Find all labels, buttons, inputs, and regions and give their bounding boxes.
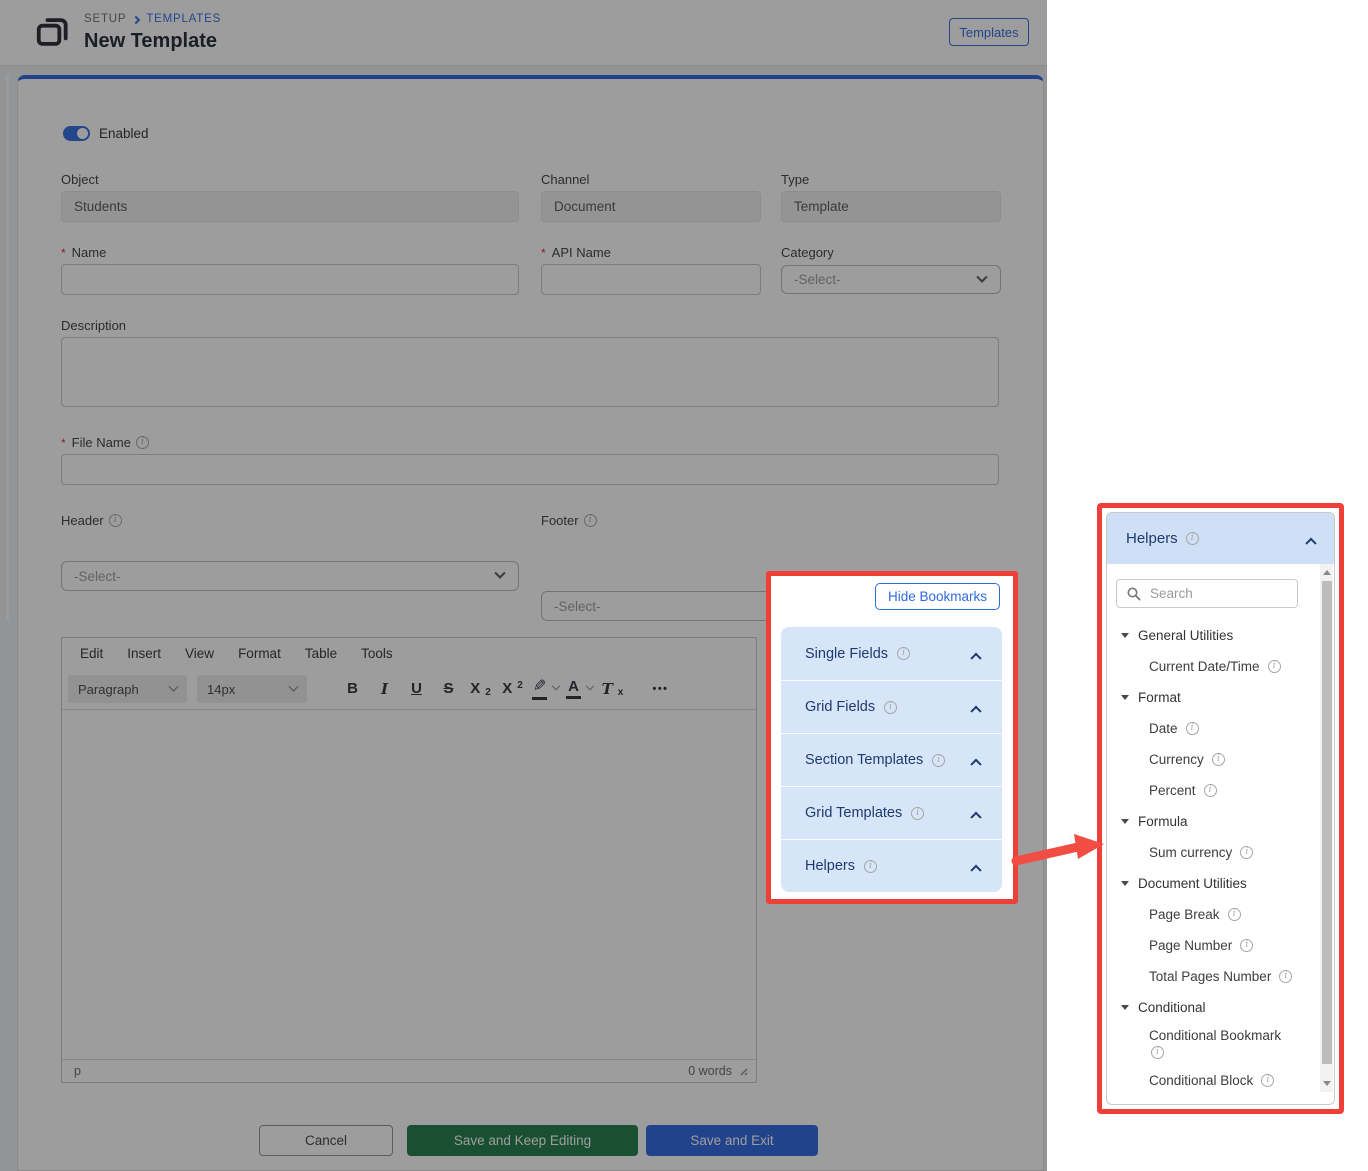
info-icon[interactable] (864, 860, 877, 873)
helpers-group-conditional[interactable]: Conditional (1116, 992, 1306, 1023)
scrollbar-thumb[interactable] (1322, 581, 1332, 1064)
bookmark-section-section-templates[interactable]: Section Templates (781, 733, 1002, 786)
search-icon (1127, 587, 1141, 601)
bookmark-section-label: Helpers (805, 858, 855, 874)
helpers-item-page-number[interactable]: Page Number (1116, 930, 1306, 961)
bookmarks-highlight-box: Hide Bookmarks Single FieldsGrid FieldsS… (766, 571, 1018, 904)
helpers-panel-body: General Utilities Current Date/Time Format… (1107, 564, 1334, 1104)
helpers-item-current-date-time[interactable]: Current Date/Time (1116, 651, 1306, 682)
info-icon[interactable] (897, 647, 910, 660)
helpers-item-label: Conditional Bookmark (1149, 1028, 1281, 1043)
chevron-up-icon (970, 652, 981, 663)
caret-down-icon (1121, 881, 1129, 886)
info-icon[interactable] (1186, 722, 1199, 735)
info-icon[interactable] (1240, 939, 1253, 952)
chevron-up-icon (970, 812, 981, 823)
helpers-group-label: Document Utilities (1138, 876, 1247, 891)
helpers-item-currency[interactable]: Currency (1116, 744, 1306, 775)
chevron-up-icon (970, 759, 981, 770)
bookmark-section-label: Single Fields (805, 646, 888, 662)
info-icon[interactable] (911, 807, 924, 820)
helpers-panel-title: Helpers (1126, 530, 1178, 547)
scroll-down-arrow-icon[interactable] (1323, 1081, 1331, 1086)
helpers-group-label: Conditional (1138, 1000, 1206, 1015)
helpers-item-percent[interactable]: Percent (1116, 775, 1306, 806)
helpers-group-format[interactable]: Format (1116, 682, 1306, 713)
bookmark-section-label: Grid Templates (805, 805, 902, 821)
helpers-tree: General Utilities Current Date/Time Format… (1116, 620, 1306, 1096)
caret-down-icon (1121, 633, 1129, 638)
info-icon[interactable] (932, 754, 945, 767)
helpers-item-total-pages-number[interactable]: Total Pages Number (1116, 961, 1306, 992)
helpers-info-icon[interactable] (1186, 532, 1199, 545)
chevron-up-icon (970, 865, 981, 876)
helpers-item-date[interactable]: Date (1116, 713, 1306, 744)
helpers-item-conditional-block[interactable]: Conditional Block (1116, 1065, 1306, 1096)
helpers-group-label: General Utilities (1138, 628, 1233, 643)
bookmarks-accordion: Single Fields Grid Fields Section Template… (781, 627, 1002, 892)
helpers-item-sum-currency[interactable]: Sum currency (1116, 837, 1306, 868)
caret-down-icon (1121, 1005, 1129, 1010)
info-icon[interactable] (1204, 784, 1217, 797)
helpers-item-label: Percent (1149, 783, 1196, 798)
helpers-search-box (1116, 579, 1298, 608)
scroll-up-arrow-icon[interactable] (1323, 570, 1331, 575)
helpers-group-formula[interactable]: Formula (1116, 806, 1306, 837)
info-icon[interactable] (1151, 1046, 1164, 1059)
helpers-item-label: Currency (1149, 752, 1204, 767)
helpers-item-page-break[interactable]: Page Break (1116, 899, 1306, 930)
info-icon[interactable] (1279, 970, 1292, 983)
helpers-item-conditional-bookmark[interactable]: Conditional Bookmark (1116, 1023, 1306, 1065)
helpers-item-label: Conditional Block (1149, 1073, 1253, 1088)
helpers-highlight-box: Helpers General Utilities Current Date/Ti… (1097, 503, 1344, 1114)
helpers-search-input[interactable] (1150, 586, 1270, 601)
helpers-panel: Helpers General Utilities Current Date/Ti… (1106, 512, 1335, 1105)
helpers-item-label: Total Pages Number (1149, 969, 1271, 984)
helpers-item-label: Page Number (1149, 938, 1232, 953)
info-icon[interactable] (1228, 908, 1241, 921)
helpers-item-label: Page Break (1149, 907, 1220, 922)
helpers-group-label: Formula (1138, 814, 1188, 829)
bookmark-section-grid-fields[interactable]: Grid Fields (781, 680, 1002, 733)
helpers-group-label: Format (1138, 690, 1181, 705)
bookmark-section-label: Section Templates (805, 752, 923, 768)
red-arrow-icon (1006, 828, 1110, 876)
helpers-item-label: Current Date/Time (1149, 659, 1260, 674)
info-icon[interactable] (1261, 1074, 1274, 1087)
bookmark-section-label: Grid Fields (805, 699, 875, 715)
hide-bookmarks-button[interactable]: Hide Bookmarks (875, 583, 1000, 610)
helpers-group-document-utilities[interactable]: Document Utilities (1116, 868, 1306, 899)
chevron-up-icon (970, 706, 981, 717)
caret-down-icon (1121, 819, 1129, 824)
bookmark-section-grid-templates[interactable]: Grid Templates (781, 786, 1002, 839)
info-icon[interactable] (884, 701, 897, 714)
chevron-up-icon (1305, 537, 1316, 548)
bookmark-section-single-fields[interactable]: Single Fields (781, 627, 1002, 680)
helpers-group-general-utilities[interactable]: General Utilities (1116, 620, 1306, 651)
helpers-panel-header[interactable]: Helpers (1107, 513, 1334, 564)
helpers-item-label: Date (1149, 721, 1178, 736)
bookmark-section-helpers[interactable]: Helpers (781, 839, 1002, 892)
helpers-scrollbar[interactable] (1320, 564, 1333, 1092)
caret-down-icon (1121, 695, 1129, 700)
info-icon[interactable] (1212, 753, 1225, 766)
info-icon[interactable] (1268, 660, 1281, 673)
info-icon[interactable] (1240, 846, 1253, 859)
helpers-item-label: Sum currency (1149, 845, 1232, 860)
